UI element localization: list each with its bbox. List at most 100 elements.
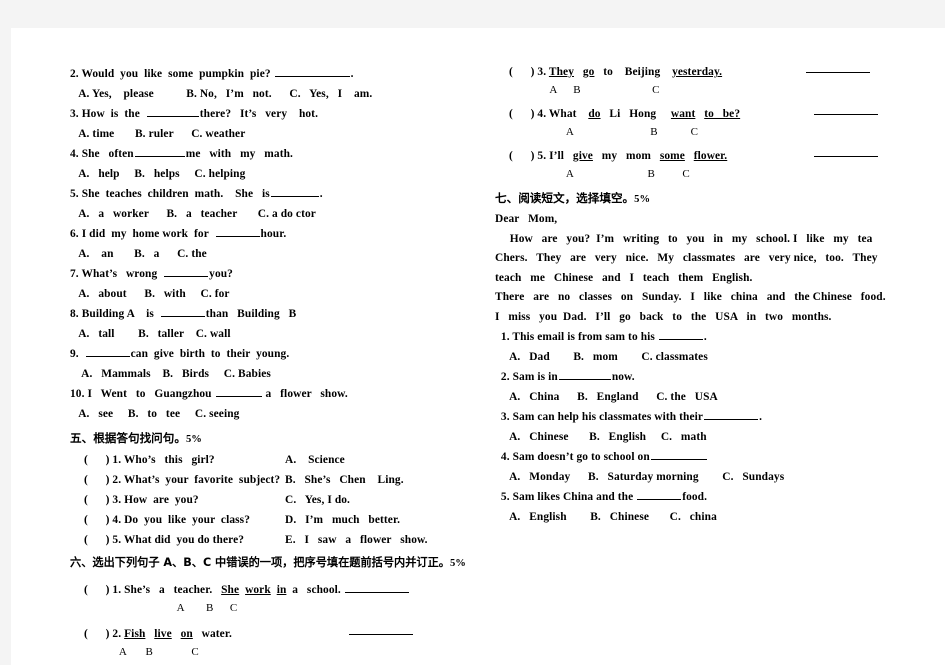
error-span-b[interactable]: some: [660, 150, 685, 162]
error-tail: a school.: [286, 584, 344, 596]
answer-blank[interactable]: [270, 186, 319, 197]
question-options[interactable]: A. tall B. taller C. wall: [70, 324, 490, 344]
matching-list: ( ) 1. Who’s this girl? A. Science ( ) 2.…: [70, 450, 490, 550]
list-item[interactable]: ( ) 4. Do you like your class? D. I’m muc…: [70, 510, 490, 530]
question-options[interactable]: A. Chinese B. English C. math: [495, 427, 940, 447]
error-bracket[interactable]: ( ) 2.: [84, 628, 124, 640]
question-options[interactable]: A. Dad B. mom C. classmates: [495, 347, 940, 367]
error-span-b[interactable]: live: [154, 628, 171, 640]
error-bracket[interactable]: ( ) 5. I’ll: [509, 150, 573, 162]
error-span-b[interactable]: want: [671, 108, 695, 120]
match-question[interactable]: ( ) 4. Do you like your class?: [84, 514, 250, 526]
stem-text: 9.: [70, 348, 85, 360]
question-options[interactable]: A. Monday B. Saturday morning C. Sundays: [495, 467, 940, 487]
correction-blank[interactable]: [344, 582, 409, 593]
match-answer[interactable]: E. I saw a flower show.: [285, 530, 428, 550]
exam-sheet: 2. Would you like some pumpkin pie? . A.…: [11, 28, 945, 665]
match-answer[interactable]: B. She’s Chen Ling.: [285, 470, 404, 490]
error-span-c[interactable]: yesterday.: [672, 66, 722, 78]
error-span-a[interactable]: give: [573, 150, 593, 162]
correction-blank[interactable]: [806, 62, 870, 73]
match-answer[interactable]: C. Yes, I do.: [285, 490, 350, 510]
match-answer[interactable]: A. Science: [285, 450, 345, 470]
answer-blank[interactable]: [558, 369, 611, 380]
question-options[interactable]: A. see B. to tee C. seeing: [70, 404, 490, 424]
question-options[interactable]: A. Yes, please B. No, I’m not. C. Yes, I…: [70, 84, 490, 104]
question-stem: 5. Sam likes China and the food.: [495, 487, 940, 507]
error-span-b[interactable]: work: [245, 584, 271, 596]
match-question[interactable]: ( ) 3. How are you?: [84, 494, 199, 506]
error-item[interactable]: ( ) 2. Fish live on water.: [70, 624, 490, 644]
section-six-title: 六、选出下列句子 A、B、C 中错误的一项，把序号填在题前括号内并订正。: [70, 556, 450, 569]
answer-blank[interactable]: [164, 266, 209, 277]
answer-blank[interactable]: [658, 329, 703, 340]
match-question[interactable]: ( ) 1. Who’s this girl?: [84, 454, 215, 466]
error-item[interactable]: ( ) 5. I’ll give my mom some flower.: [495, 146, 940, 166]
stem-tail: a flower show.: [262, 388, 348, 400]
list-item[interactable]: ( ) 2. What’s your favorite subject? B. S…: [70, 470, 490, 490]
stem-tail: you?: [209, 268, 233, 280]
error-item[interactable]: ( ) 1. She’s a teacher. She work in a sc…: [70, 580, 490, 600]
question-stem: 8. Building A is than Building B: [70, 304, 490, 324]
answer-blank[interactable]: [650, 449, 707, 460]
passage-line: Dear Mom,: [495, 213, 558, 225]
list-item[interactable]: ( ) 5. What did you do there? E. I saw a …: [70, 530, 490, 550]
error-span-a[interactable]: They: [549, 66, 574, 78]
passage-line: teach me Chinese and I teach them Englis…: [495, 271, 753, 284]
error-correction-list: ( ) 1. She’s a teacher. She work in a sc…: [70, 574, 490, 660]
reading-passage: Dear Mom, How are you? I’m writing to yo…: [495, 210, 940, 327]
answer-blank[interactable]: [160, 306, 205, 317]
stem-tail: than Building B: [205, 308, 297, 320]
answer-blank[interactable]: [637, 489, 682, 500]
error-bracket[interactable]: ( ) 1. She’s a teacher.: [84, 584, 221, 596]
error-span-c[interactable]: in: [277, 584, 287, 596]
error-item[interactable]: ( ) 4. What do Li Hong want to be?: [495, 104, 940, 124]
error-span-a[interactable]: Fish: [124, 628, 145, 640]
stem-text: 3. How is the: [70, 108, 146, 120]
error-bracket[interactable]: ( ) 4. What: [509, 108, 588, 120]
list-item[interactable]: ( ) 1. Who’s this girl? A. Science: [70, 450, 490, 470]
error-gap: [695, 108, 704, 120]
error-span-c[interactable]: to be?: [704, 108, 740, 120]
question-options[interactable]: A. an B. a C. the: [70, 244, 490, 264]
error-span-a[interactable]: do: [588, 108, 600, 120]
stem-text: 4. Sam doesn’t go to school on: [495, 451, 650, 463]
stem-tail: now.: [611, 371, 635, 383]
error-bracket[interactable]: ( ) 3.: [509, 66, 549, 78]
answer-blank[interactable]: [215, 386, 262, 397]
question-options[interactable]: A. English B. Chinese C. china: [495, 507, 940, 527]
question-options[interactable]: A. help B. helps C. helping: [70, 164, 490, 184]
question-stem: 6. I did my home work for hour.: [70, 224, 490, 244]
stem-text: 2. Would you like some pumpkin pie?: [70, 68, 274, 80]
match-question[interactable]: ( ) 2. What’s your favorite subject?: [84, 474, 280, 486]
stem-text: 2. Sam is in: [495, 371, 558, 383]
error-span-b[interactable]: go: [583, 66, 595, 78]
error-span-a[interactable]: She: [221, 584, 239, 596]
error-span-c[interactable]: on: [181, 628, 193, 640]
question-options[interactable]: A. Mammals B. Birds C. Babies: [70, 364, 490, 384]
answer-blank[interactable]: [146, 106, 199, 117]
passage-line: I miss you Dad. I’ll go back to the USA …: [495, 310, 832, 323]
correction-blank[interactable]: [349, 624, 413, 635]
correction-blank[interactable]: [814, 104, 878, 115]
answer-blank[interactable]: [274, 66, 350, 77]
question-options[interactable]: A. a worker B. a teacher C. a do ctor: [70, 204, 490, 224]
match-answer[interactable]: D. I’m much better.: [285, 510, 400, 530]
stem-tail: me with my math.: [185, 148, 293, 160]
error-item[interactable]: ( ) 3. They go to Beijing yesterday.: [495, 62, 940, 82]
answer-blank[interactable]: [215, 226, 260, 237]
stem-text: 1. This email is from sam to his: [495, 331, 658, 343]
answer-blank[interactable]: [134, 146, 185, 157]
question-options[interactable]: A. about B. with C. for: [70, 284, 490, 304]
answer-blank[interactable]: [85, 346, 130, 357]
stem-tail: .: [319, 188, 323, 200]
list-item[interactable]: ( ) 3. How are you? C. Yes, I do.: [70, 490, 490, 510]
match-question[interactable]: ( ) 5. What did you do there?: [84, 534, 244, 546]
answer-blank[interactable]: [704, 409, 759, 420]
error-span-c[interactable]: flower.: [694, 150, 728, 162]
correction-blank[interactable]: [814, 146, 878, 157]
question-options[interactable]: A. time B. ruler C. weather: [70, 124, 490, 144]
question-options[interactable]: A. China B. England C. the USA: [495, 387, 940, 407]
error-tail: water.: [192, 628, 232, 640]
section-seven-title: 七、阅读短文，选择填空。: [495, 191, 635, 205]
